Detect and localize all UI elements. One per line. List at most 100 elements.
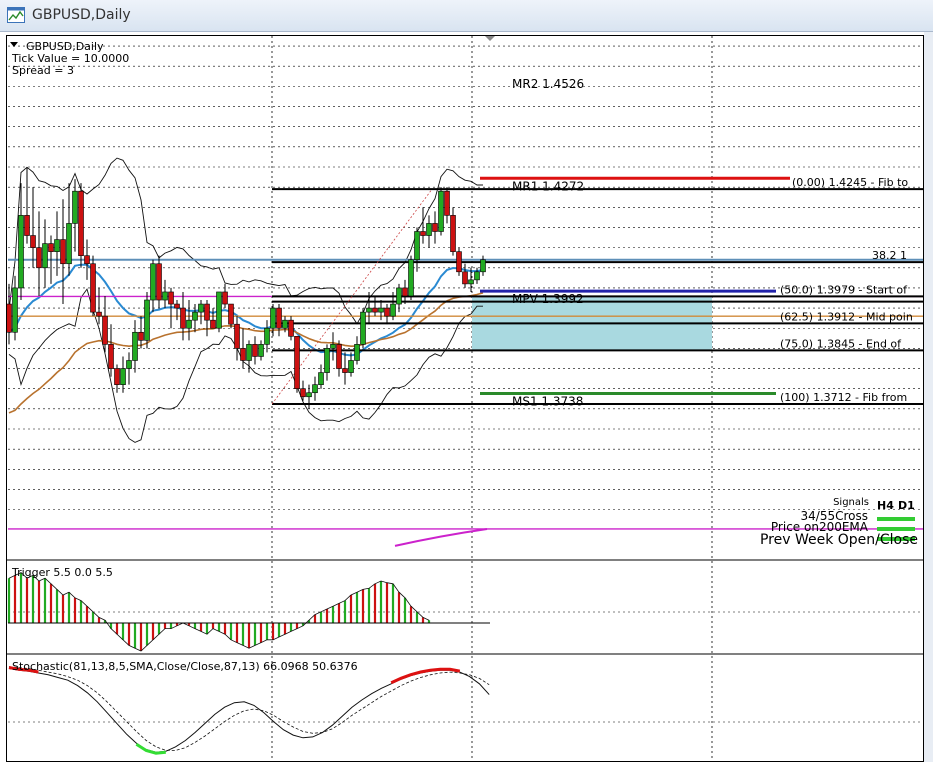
fib-label: 38.2 1 [872, 249, 907, 262]
candle-body [84, 255, 90, 265]
candle-body [342, 368, 348, 373]
candle-body [312, 384, 318, 394]
candle-body [390, 303, 396, 317]
fib-label: (62.5) 1.3912 - Mid poin [780, 310, 913, 323]
candle-body [30, 235, 36, 248]
candle-body [366, 307, 372, 313]
candle-body [282, 319, 288, 329]
level-label-mr2: MR2 1.4526 [512, 77, 584, 91]
candle-body [204, 303, 210, 321]
candle-body [36, 247, 42, 269]
candle-body [270, 307, 276, 329]
candle-body [54, 239, 60, 252]
candle-body [354, 344, 360, 361]
candle-body [228, 303, 234, 325]
candle-body [384, 307, 390, 317]
candle-body [336, 344, 342, 369]
candle-body [288, 319, 294, 337]
candle-body [294, 336, 300, 390]
signal-row-week: Prev Week Open/Close [760, 532, 918, 548]
candle-body [432, 223, 438, 232]
candle-body [66, 223, 72, 265]
candle-body [360, 311, 366, 345]
candle-body [192, 311, 198, 321]
stochastic-label: Stochastic(81,13,8,5,SMA,Close/Close,87,… [12, 660, 358, 673]
candle-body [456, 251, 462, 273]
candle-body [240, 348, 246, 361]
candle-body [132, 331, 138, 361]
signals-tf-h4: H4 [877, 499, 894, 512]
candle-body [426, 223, 432, 236]
level-label-mr1: MR1 1.4272 [512, 179, 584, 193]
candle-body [168, 291, 174, 305]
level-label-ms1: MS1 1.3738 [512, 395, 583, 409]
candle-body [108, 344, 114, 369]
candle-body [264, 327, 270, 345]
candle-body [234, 323, 240, 349]
candle-body [324, 348, 330, 373]
candle-body [78, 190, 84, 256]
fib-label: (75.0) 1.3845 - End of [780, 337, 902, 350]
window-title: GBPUSD,Daily [32, 7, 131, 23]
candle-body [450, 215, 456, 252]
candle-body [138, 331, 144, 341]
candle-body [174, 303, 180, 309]
candle-body [300, 388, 306, 398]
candle-body [126, 360, 132, 369]
level-label-mpv: MPV 1.3992 [512, 292, 584, 306]
candle-body [444, 190, 450, 216]
candle-body [48, 243, 54, 252]
price-chart[interactable]: MR2 1.4526 MR1 1.4272 MPV 1.3992 MS1 1.3738… [0, 32, 933, 762]
candle-body [480, 259, 486, 273]
candle-body [468, 279, 474, 285]
candle-body [6, 303, 12, 333]
candle-body [258, 344, 264, 357]
candle-body [408, 259, 414, 297]
title-bar: GBPUSD,Daily [0, 0, 933, 32]
candle-body [396, 287, 402, 305]
candle-body [156, 263, 162, 301]
candle-body [150, 263, 156, 301]
candle-body [102, 315, 108, 345]
candle-body [306, 392, 312, 398]
signal-bar-ema [877, 527, 915, 531]
right-scroll-edge [924, 32, 933, 762]
fib-label: (0.00) 1.4245 - Fib to [792, 176, 908, 189]
candle-body [216, 291, 222, 329]
signals-tf-d1: D1 [898, 499, 915, 512]
candle-body [474, 271, 480, 281]
fib-label: (100) 1.3712 - Fib from [780, 391, 907, 404]
fib-label: (50.0) 1.3979 - Start of [780, 283, 908, 296]
candle-body [90, 263, 96, 313]
signal-bar-cross-h4 [877, 517, 915, 521]
candle-body [114, 368, 120, 385]
candle-body [330, 344, 336, 349]
candle-body [72, 190, 78, 224]
candle-body [246, 344, 252, 361]
candle-body [462, 271, 468, 285]
candle-body [210, 319, 216, 329]
candle-body [198, 303, 204, 313]
candle-body [24, 215, 30, 236]
trigger-label: Trigger 5.5 0.0 5.5 [11, 566, 113, 579]
candle-body [372, 307, 378, 313]
candle-body [162, 291, 168, 301]
candle-body [402, 287, 408, 297]
candle-body [12, 287, 18, 333]
candle-body [120, 368, 126, 385]
chart-window-icon [7, 7, 25, 23]
candle-body [348, 360, 354, 373]
spread-label: Spread = 3 [12, 64, 74, 77]
candle-body [438, 190, 444, 232]
candle-body [144, 299, 150, 341]
candle-body [60, 239, 66, 265]
candle-body [420, 231, 426, 236]
candle-body [318, 372, 324, 385]
candle-body [96, 311, 102, 317]
signals-title: Signals [833, 497, 869, 508]
candle-body [42, 243, 48, 269]
candle-body [186, 319, 192, 329]
candle-body [222, 291, 228, 305]
candle-body [18, 215, 24, 289]
candle-body [180, 307, 186, 329]
